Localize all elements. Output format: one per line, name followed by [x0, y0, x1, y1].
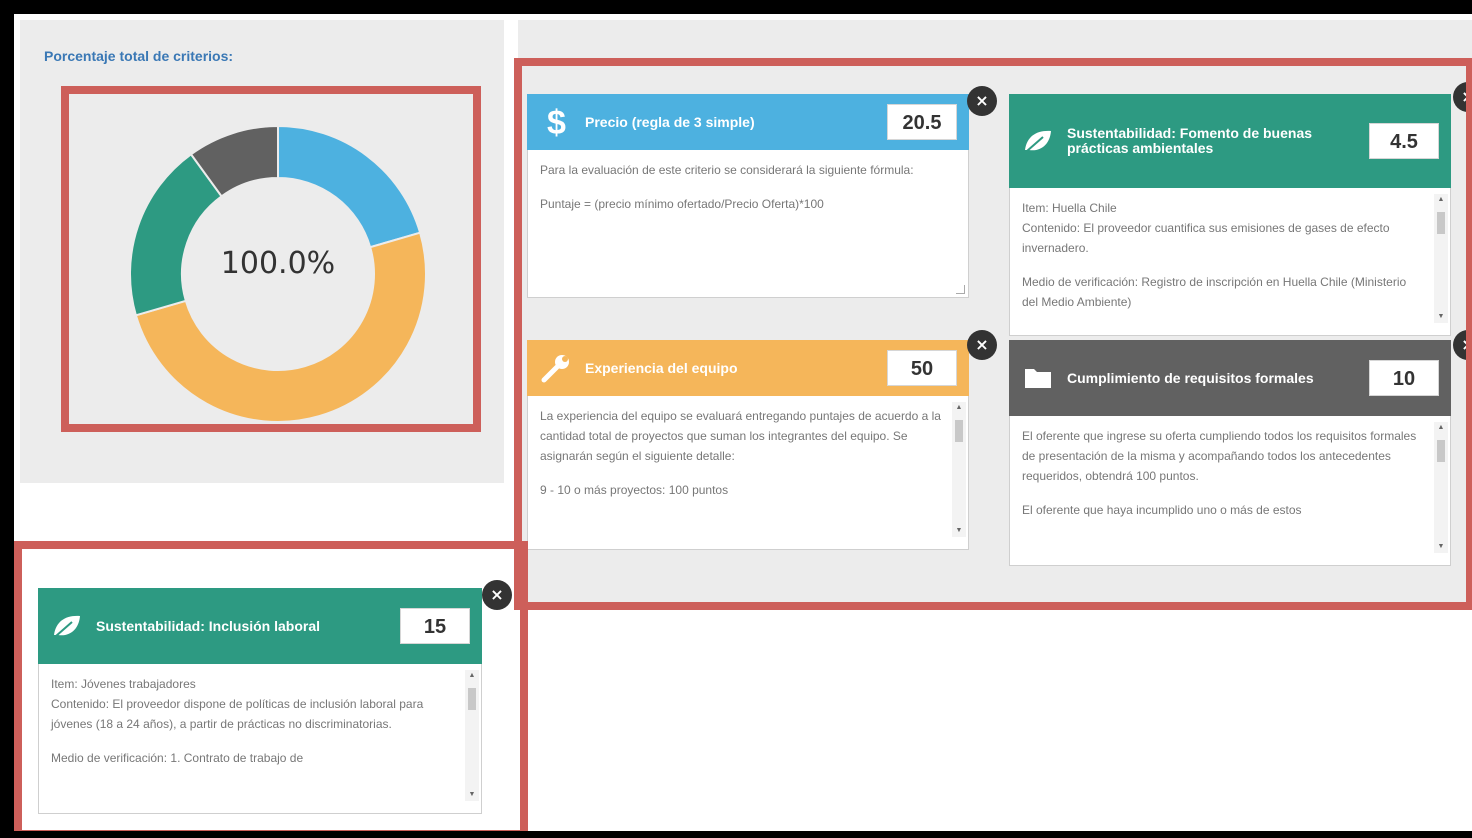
scroll-up-icon[interactable]: ▲	[952, 402, 966, 414]
scroll-thumb[interactable]	[955, 420, 963, 442]
card-weight-input[interactable]: 15	[400, 608, 470, 644]
description-line: El oferente que haya incumplido uno o má…	[1022, 503, 1302, 517]
scroll-up-icon[interactable]: ▲	[1434, 422, 1448, 434]
card-header: Cumplimiento de requisitos formales 10	[1009, 340, 1451, 416]
card-weight-input[interactable]: 50	[887, 350, 957, 386]
scroll-down-icon[interactable]: ▼	[465, 789, 479, 801]
card-weight-input[interactable]: 4.5	[1369, 123, 1439, 159]
card-scrollbar[interactable]: ▲ ▼	[952, 402, 966, 537]
scroll-up-icon[interactable]: ▲	[465, 670, 479, 682]
card-header: $ Precio (regla de 3 simple) 20.5	[527, 94, 969, 150]
wrench-icon	[527, 352, 585, 384]
card-description[interactable]: El oferente que ingrese su oferta cumpli…	[1009, 416, 1451, 566]
scroll-up-icon[interactable]: ▲	[1434, 194, 1448, 206]
card-weight-input[interactable]: 10	[1369, 360, 1439, 396]
card-scrollbar[interactable]: ▲ ▼	[1434, 422, 1448, 553]
close-card-button[interactable]: ×	[482, 580, 512, 610]
card-description[interactable]: Para la evaluación de este criterio se c…	[527, 150, 969, 298]
leaf-icon	[1009, 128, 1067, 154]
folder-icon	[1009, 365, 1067, 391]
description-line: Medio de verificación: Registro de inscr…	[1022, 275, 1407, 309]
scroll-thumb[interactable]	[468, 688, 476, 710]
scroll-down-icon[interactable]: ▼	[952, 525, 966, 537]
scroll-down-icon[interactable]: ▼	[1434, 541, 1448, 553]
description-line: La experiencia del equipo se evaluará en…	[540, 409, 941, 463]
criterion-card-inclusion: Sustentabilidad: Inclusión laboral 15 It…	[38, 580, 512, 814]
card-description[interactable]: La experiencia del equipo se evaluará en…	[527, 396, 969, 550]
description-line: Medio de verificación: 1. Contrato de tr…	[51, 751, 304, 765]
description-line: El oferente que ingrese su oferta cumpli…	[1022, 429, 1417, 483]
card-scrollbar[interactable]: ▲ ▼	[1434, 194, 1448, 323]
card-title: Sustentabilidad: Inclusión laboral	[96, 617, 321, 634]
criteria-page: Porcentaje total de criterios: 100.0% $ …	[14, 14, 1472, 831]
description-line: Item: Jóvenes trabajadores	[51, 677, 196, 691]
section-title: Porcentaje total de criterios:	[44, 48, 234, 64]
description-line: Puntaje = (precio mínimo ofertado/Precio…	[540, 197, 824, 211]
card-scrollbar[interactable]: ▲ ▼	[465, 670, 479, 801]
description-line: Item: Huella Chile	[1022, 201, 1117, 215]
criterion-card-experiencia: Experiencia del equipo 50 La experiencia…	[527, 330, 997, 550]
card-title: Cumplimiento de requisitos formales	[1067, 369, 1314, 386]
criterion-card-ambiental: Sustentabilidad: Fomento de buenas práct…	[1009, 82, 1472, 336]
scroll-down-icon[interactable]: ▼	[1434, 311, 1448, 323]
description-line: Contenido: El proveedor cuantifica sus e…	[1022, 221, 1390, 255]
chart-panel: Porcentaje total de criterios: 100.0%	[20, 20, 504, 483]
card-header: Sustentabilidad: Inclusión laboral 15	[38, 588, 482, 664]
svg-text:$: $	[547, 104, 566, 140]
scroll-thumb[interactable]	[1437, 212, 1445, 234]
description-line: Contenido: El proveedor dispone de polít…	[51, 697, 424, 731]
scroll-thumb[interactable]	[1437, 440, 1445, 462]
donut-segment-0	[277, 124, 422, 249]
dollar-icon: $	[527, 104, 585, 140]
donut-total-label: 100.0%	[220, 246, 336, 281]
description-line: 9 - 10 o más proyectos: 100 puntos	[540, 483, 729, 497]
description-line: Para la evaluación de este criterio se c…	[540, 163, 914, 177]
card-weight-input[interactable]: 20.5	[887, 104, 957, 140]
card-title: Precio (regla de 3 simple)	[585, 113, 755, 130]
close-card-button[interactable]: ×	[967, 86, 997, 116]
criterion-card-precio: $ Precio (regla de 3 simple) 20.5 Para l…	[527, 86, 997, 298]
card-description[interactable]: Item: Huella Chile Contenido: El proveed…	[1009, 188, 1451, 336]
card-header: Experiencia del equipo 50	[527, 340, 969, 396]
resize-handle[interactable]	[956, 285, 965, 294]
close-card-button[interactable]: ×	[967, 330, 997, 360]
card-description[interactable]: Item: Jóvenes trabajadores Contenido: El…	[38, 664, 482, 814]
leaf-icon	[38, 613, 96, 639]
card-title: Sustentabilidad: Fomento de buenas práct…	[1067, 125, 1313, 156]
card-title: Experiencia del equipo	[585, 359, 738, 376]
card-header: Sustentabilidad: Fomento de buenas práct…	[1009, 94, 1451, 188]
criterion-card-requisitos: Cumplimiento de requisitos formales 10 E…	[1009, 330, 1472, 566]
